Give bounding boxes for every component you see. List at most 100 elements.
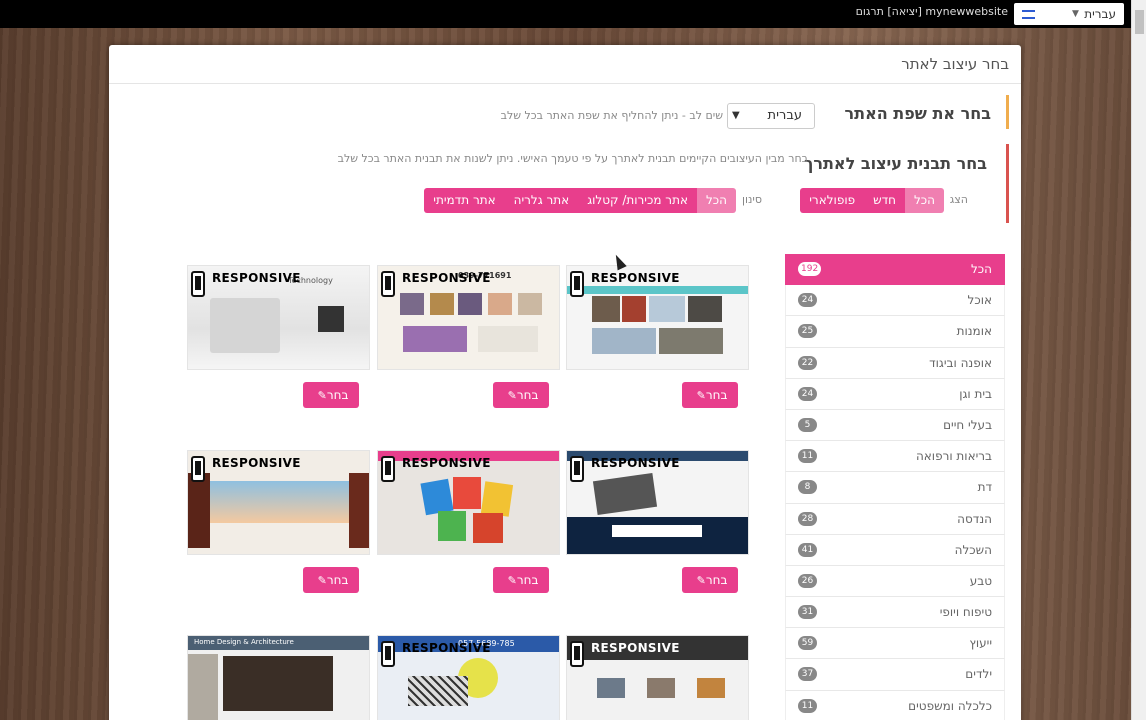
- category-count-badge: 24: [798, 386, 817, 401]
- category-item[interactable]: ילדים 37: [785, 659, 1005, 691]
- template-thumbnail[interactable]: RESPONSIVE: [566, 450, 749, 555]
- category-item[interactable]: בית וגן 24: [785, 378, 1005, 410]
- template-search-box: [612, 525, 702, 537]
- pencil-icon: ✎: [507, 389, 517, 402]
- letter-block-image: [438, 511, 466, 541]
- category-item[interactable]: ייעוץ 59: [785, 628, 1005, 660]
- choose-label: בחר: [516, 573, 539, 587]
- choose-template-button[interactable]: ✎בחר: [682, 567, 738, 593]
- pencil-icon: ✎: [507, 574, 517, 587]
- template-nav-bar: [567, 286, 748, 294]
- filter-button-group: אתר תדמיתי אתר גלריה אתר מכירות/ קטלוג ה…: [424, 188, 736, 213]
- category-label: אוכל: [967, 293, 992, 308]
- gallery-image: [647, 678, 675, 698]
- site-language-select[interactable]: ▼ עברית: [727, 103, 815, 129]
- choose-design-modal: בחר עיצוב לאתר בחר את שפת האתר ▼ עברית ש…: [109, 45, 1021, 720]
- show-all-button[interactable]: הכל: [904, 188, 944, 213]
- category-count-badge: 59: [798, 636, 817, 651]
- building-image: [188, 654, 218, 720]
- dropdown-arrow-icon: ▼: [732, 110, 740, 121]
- category-item[interactable]: אופנה וביגוד 22: [785, 347, 1005, 379]
- step-language: בחר את שפת האתר ▼ עברית שים לב - ניתן לה…: [489, 95, 1009, 129]
- gallery-image: [659, 328, 723, 354]
- category-count-badge: 192: [798, 262, 822, 276]
- category-label: אומנות: [956, 324, 992, 339]
- category-item[interactable]: כלכלה ומשפטים 11: [785, 690, 1005, 720]
- category-item[interactable]: בריאות ורפואה 11: [785, 441, 1005, 473]
- phone-icon: [191, 456, 205, 482]
- modal-title: בחר עיצוב לאתר: [901, 55, 1009, 73]
- gallery-image: [649, 296, 685, 322]
- gallery-image: [688, 296, 722, 322]
- choose-template-button[interactable]: ✎בחר: [682, 382, 738, 408]
- modal-header: בחר עיצוב לאתר: [109, 45, 1021, 84]
- page-scrollbar[interactable]: [1131, 0, 1146, 720]
- top-bar: ▼ עברית mynewwebsite [יציאה] תרגום: [0, 0, 1146, 28]
- template-thumbnail[interactable]: RESPONSIVE: [187, 450, 370, 555]
- template-thumbnail[interactable]: Technology RESPONSIVE: [187, 265, 370, 370]
- language-switcher[interactable]: ▼ עברית: [1014, 3, 1124, 25]
- category-count-badge: 41: [798, 542, 817, 557]
- gallery-image: [403, 326, 467, 352]
- responsive-label: RESPONSIVE: [591, 271, 680, 285]
- category-item[interactable]: הנדסה 28: [785, 503, 1005, 535]
- gallery-image: [592, 328, 656, 354]
- choose-label: בחר: [516, 388, 539, 402]
- step-template-title: בחר תבנית עיצוב לאתרך: [800, 150, 991, 177]
- choose-template-button[interactable]: ✎בחר: [493, 567, 549, 593]
- category-item[interactable]: השכלה 41: [785, 534, 1005, 566]
- category-label: ילדים: [965, 667, 992, 682]
- letter-block-image: [480, 481, 514, 517]
- template-side-image: [188, 473, 210, 548]
- letter-block-image: [453, 477, 481, 509]
- category-label: דת: [977, 480, 992, 495]
- phone-icon: [191, 271, 205, 297]
- gallery-image: [478, 326, 538, 352]
- choose-template-button[interactable]: ✎בחר: [303, 382, 359, 408]
- template-thumbnail[interactable]: 057-5689-785 RESPONSIVE: [377, 635, 560, 720]
- category-item[interactable]: אומנות 25: [785, 316, 1005, 348]
- template-thumbnail[interactable]: RESPONSIVE: [566, 635, 749, 720]
- language-note: שים לב - ניתן להחליף את שפת האתר בכל שלב: [500, 109, 723, 122]
- show-new-button[interactable]: חדש: [864, 188, 905, 213]
- template-thumbnail[interactable]: 039-771691 RESPONSIVE: [377, 265, 560, 370]
- category-item[interactable]: הכל 192: [785, 254, 1005, 286]
- phone-icon: [570, 641, 584, 667]
- template-thumbnail[interactable]: RESPONSIVE: [377, 450, 560, 555]
- category-item[interactable]: דת 8: [785, 472, 1005, 504]
- gallery-image: [400, 293, 424, 315]
- category-item[interactable]: טיפוח ויופי 31: [785, 597, 1005, 629]
- category-count-badge: 8: [798, 480, 817, 495]
- filter-sales-button[interactable]: אתר מכירות/ קטלוג: [578, 188, 697, 213]
- show-popular-button[interactable]: פופולארי: [800, 188, 865, 213]
- choose-template-button[interactable]: ✎בחר: [303, 567, 359, 593]
- template-thumbnail[interactable]: RESPONSIVE: [566, 265, 749, 370]
- category-item[interactable]: אוכל 24: [785, 285, 1005, 317]
- pencil-icon: ✎: [317, 574, 327, 587]
- israel-flag-icon: [1022, 10, 1035, 19]
- category-label: בית וגן: [959, 386, 992, 401]
- responsive-label: RESPONSIVE: [402, 456, 491, 470]
- choose-template-button[interactable]: ✎בחר: [493, 382, 549, 408]
- racket-image: [408, 676, 468, 706]
- step-template: בחר תבנית עיצוב לאתרך בחר מבין העיצובים …: [289, 144, 1009, 223]
- category-label: בעלי חיים: [943, 417, 992, 432]
- category-item[interactable]: בעלי חיים 5: [785, 409, 1005, 442]
- category-count-badge: 11: [798, 449, 817, 464]
- filter-all-button[interactable]: הכל: [696, 188, 736, 213]
- category-label: השכלה: [954, 542, 992, 557]
- category-item[interactable]: טבע 26: [785, 565, 1005, 598]
- gallery-image: [697, 678, 725, 698]
- gadget-image: [318, 306, 344, 332]
- pencil-icon: ✎: [696, 389, 706, 402]
- filter-gallery-button[interactable]: אתר גלריה: [504, 188, 579, 213]
- step-language-title: בחר את שפת האתר: [844, 104, 991, 123]
- template-thumbnail[interactable]: Home Design & Architecture: [187, 635, 370, 720]
- responsive-label: RESPONSIVE: [402, 641, 491, 655]
- site-info[interactable]: mynewwebsite [יציאה] תרגום: [856, 5, 1008, 18]
- letter-block-image: [420, 478, 454, 516]
- pencil-icon: ✎: [696, 574, 706, 587]
- filter-corporate-button[interactable]: אתר תדמיתי: [424, 188, 505, 213]
- phone-icon: [381, 641, 395, 667]
- scrollbar-thumb[interactable]: [1135, 10, 1144, 34]
